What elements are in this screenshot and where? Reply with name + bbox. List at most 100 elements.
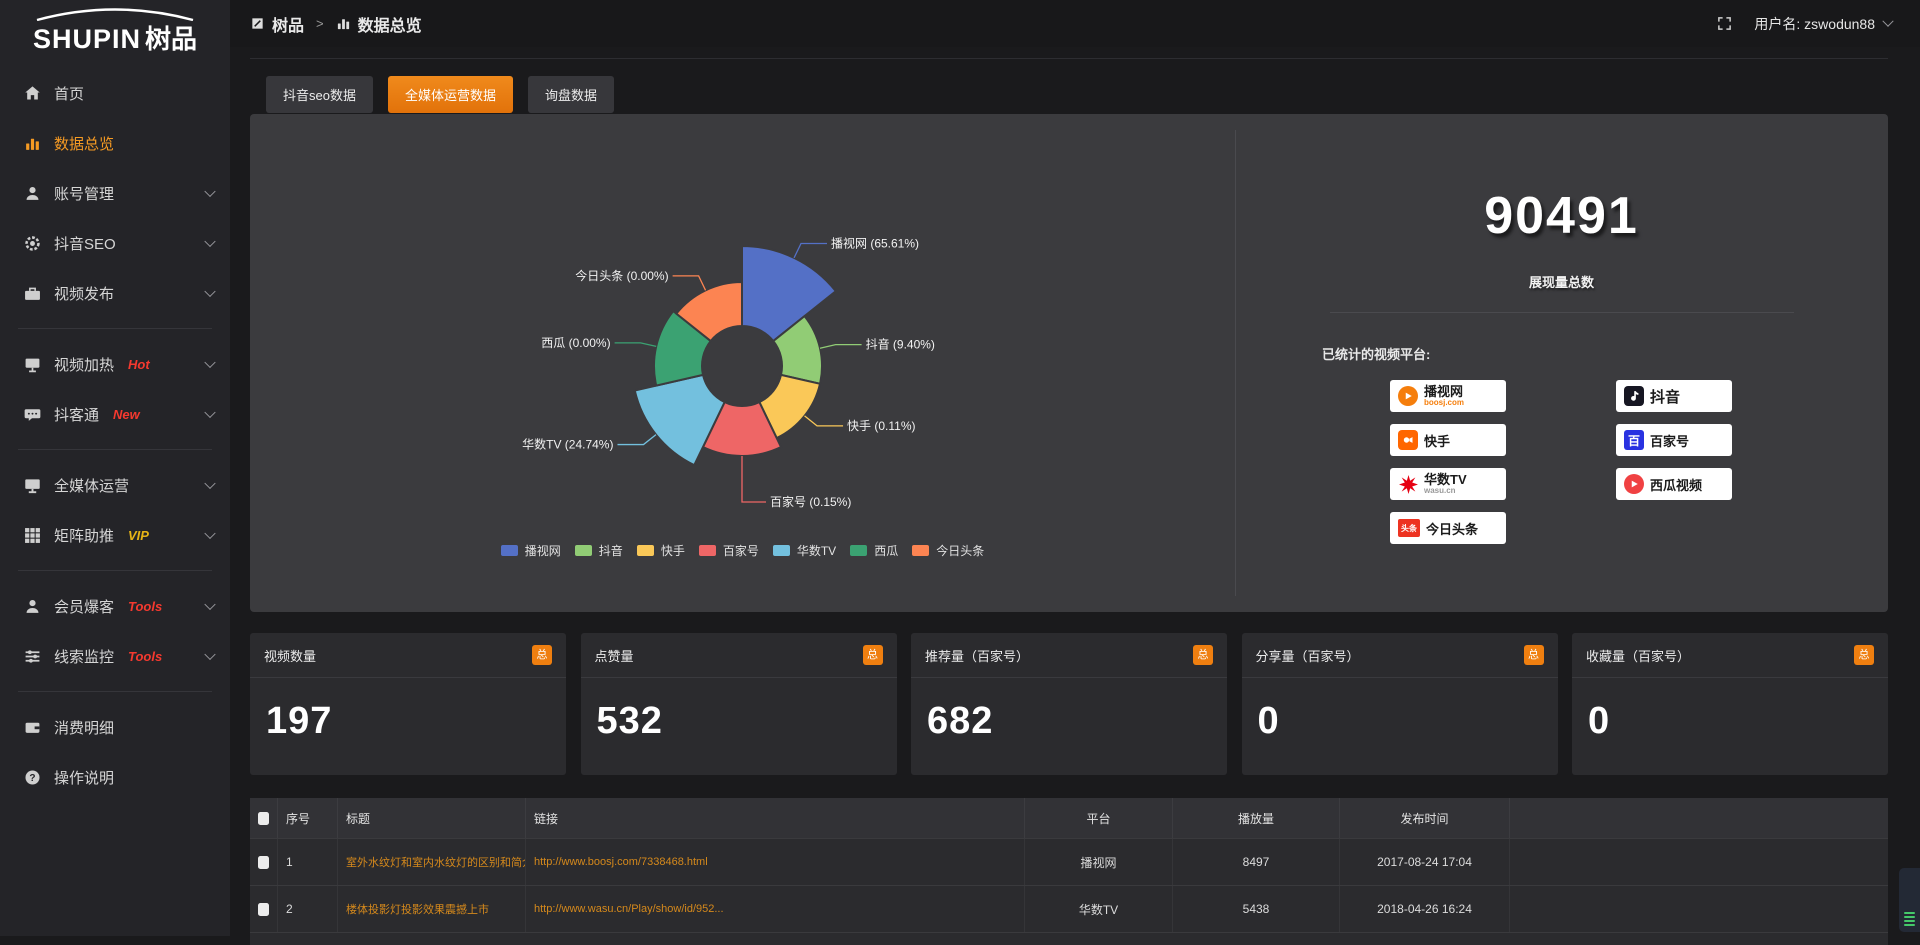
chevron-down-icon [204, 357, 215, 368]
cell-index: 2 [278, 886, 338, 932]
sidebar-item-lead-monitor[interactable]: 线索监控 Tools [0, 631, 230, 681]
legend-swatch [850, 545, 867, 556]
select-all-checkbox[interactable] [258, 812, 269, 825]
overview-panel: 播视网 (65.61%)抖音 (9.40%)快手 (0.11%)百家号 (0.1… [250, 114, 1888, 612]
sidebar-item-matrix-boost[interactable]: 矩阵助推 VIP [0, 510, 230, 560]
sidebar-divider [18, 691, 212, 692]
vip-badge: VIP [128, 528, 149, 543]
sidebar-item-douyin-seo[interactable]: 抖音SEO [0, 218, 230, 268]
tab-inquiry-data[interactable]: 询盘数据 [528, 76, 614, 113]
row-checkbox[interactable] [258, 856, 269, 869]
new-badge: New [113, 407, 140, 422]
pie-label-line [820, 345, 862, 349]
col-header-link: 链接 [526, 798, 1025, 838]
sidebar-item-label: 消费明细 [54, 717, 114, 738]
hot-badge: Hot [128, 357, 150, 372]
chevron-down-icon [204, 236, 215, 247]
breadcrumb-current-label: 数据总览 [358, 12, 422, 36]
impressions-total-label: 展现量总数 [1235, 272, 1888, 291]
pie-label-line [615, 343, 657, 347]
cell-url-link[interactable]: http://www.wasu.cn/Play/show/id/952... [526, 886, 1025, 932]
fullscreen-icon[interactable] [1717, 16, 1732, 31]
app-logo: SHUPIN树品 [0, 0, 230, 68]
platform-badge-wasu: 华数TVwasu.cn [1390, 468, 1506, 500]
pie-label: 百家号 (0.15%) [770, 494, 851, 509]
sidebar-item-instructions[interactable]: 操作说明 [0, 752, 230, 802]
pie-label: 抖音 (9.40%) [866, 337, 935, 352]
chevron-down-icon [204, 286, 215, 297]
wasu-logo [1398, 474, 1418, 494]
breadcrumb-root[interactable]: 树品 [250, 12, 304, 36]
platform-badge-douyin: 抖音 [1616, 380, 1732, 412]
sidebar-item-label: 账号管理 [54, 183, 114, 204]
platform-badge-boosj: 播视网boosj.com [1390, 380, 1506, 412]
user-icon [24, 185, 41, 202]
stat-value: 682 [911, 678, 1227, 743]
boosj-logo [1398, 386, 1418, 406]
chevron-down-icon [204, 478, 215, 489]
topbar: 树品 > 数据总览 用户名: zswodun88 [230, 0, 1920, 47]
sidebar-divider [18, 328, 212, 329]
sidebar-item-douketong[interactable]: 抖客通 New [0, 389, 230, 439]
tab-omnimedia-data[interactable]: 全媒体运营数据 [388, 76, 513, 113]
stat-cards: 视频数量总 197 点赞量总 532 推荐量（百家号）总 682 分享量（百家号… [250, 633, 1888, 775]
sidebar-item-label: 抖客通 [54, 404, 99, 425]
legend-item-今日头条[interactable]: 今日头条 [912, 542, 984, 559]
legend-item-华数TV[interactable]: 华数TV [773, 542, 836, 559]
sidebar-item-omnimedia[interactable]: 全媒体运营 [0, 460, 230, 510]
sidebar-item-consumption[interactable]: 消费明细 [0, 702, 230, 752]
stat-value: 197 [250, 678, 566, 743]
legend-item-抖音[interactable]: 抖音 [575, 542, 623, 559]
rose-pie-chart: 播视网 (65.61%)抖音 (9.40%)快手 (0.11%)百家号 (0.1… [250, 114, 1235, 612]
table-header-row: 序号 标题 链接 平台 播放量 发布时间 [250, 798, 1888, 839]
platform-badge-toutiao: 头条 今日头条 [1390, 512, 1506, 544]
breadcrumb-separator: > [316, 16, 324, 31]
col-header-platform: 平台 [1025, 798, 1173, 838]
col-header-index: 序号 [278, 798, 338, 838]
bar-chart-icon [336, 16, 351, 31]
sidebar-item-data-overview[interactable]: 数据总览 [0, 118, 230, 168]
sidebar-item-account[interactable]: 账号管理 [0, 168, 230, 218]
chat-icon [24, 406, 41, 423]
legend-item-西瓜[interactable]: 西瓜 [850, 542, 898, 559]
cell-index: 1 [278, 839, 338, 885]
total-badge: 总 [1193, 645, 1213, 665]
sidebar-item-video-publish[interactable]: 视频发布 [0, 268, 230, 318]
stat-value: 0 [1242, 678, 1558, 743]
floating-widget[interactable] [1899, 868, 1920, 932]
pie-slice-播视网[interactable] [742, 246, 836, 341]
sidebar-item-home[interactable]: 首页 [0, 68, 230, 118]
logo-text-latin: SHUPIN [33, 24, 141, 54]
legend-label: 华数TV [797, 542, 836, 559]
pie-label: 西瓜 (0.00%) [541, 336, 610, 350]
table-row: 2 楼体投影灯投影效果震撼上市 http://www.wasu.cn/Play/… [250, 886, 1888, 933]
stat-card-likes: 点赞量总 532 [581, 633, 897, 775]
data-tabs: 抖音seo数据 全媒体运营数据 询盘数据 [266, 76, 614, 113]
sidebar: SHUPIN树品 首页 数据总览 账号管理 抖音SEO 视频发布 视频 [0, 0, 230, 936]
logo-arc-icon [31, 8, 199, 21]
sidebar-item-label: 全媒体运营 [54, 475, 129, 496]
sidebar-item-label: 首页 [54, 83, 84, 104]
legend-item-播视网[interactable]: 播视网 [501, 542, 561, 559]
legend-item-快手[interactable]: 快手 [637, 542, 685, 559]
cell-title-link[interactable]: 楼体投影灯投影效果震撼上市 [338, 886, 526, 932]
total-badge: 总 [1524, 645, 1544, 665]
cell-platform: 华数TV [1025, 886, 1173, 932]
legend-item-百家号[interactable]: 百家号 [699, 542, 759, 559]
cell-empty [1510, 886, 1888, 932]
breadcrumb-current[interactable]: 数据总览 [336, 12, 422, 36]
table-row: 1 室外水纹灯和室内水纹灯的区别和简介 http://www.boosj.com… [250, 839, 1888, 886]
cell-url-link[interactable]: http://www.boosj.com/7338468.html [526, 839, 1025, 885]
breadcrumb: 树品 > 数据总览 [250, 12, 422, 36]
stat-value: 0 [1572, 678, 1888, 743]
row-checkbox[interactable] [258, 903, 269, 916]
username-label: 用户名: zswodun88 [1754, 14, 1875, 34]
cell-publish-time: 2017-08-24 17:04 [1340, 839, 1510, 885]
sidebar-item-video-heat[interactable]: 视频加热 Hot [0, 339, 230, 389]
user-menu[interactable]: 用户名: zswodun88 [1754, 14, 1892, 34]
sidebar-divider [18, 449, 212, 450]
sidebar-item-member-burst[interactable]: 会员爆客 Tools [0, 581, 230, 631]
cell-title-link[interactable]: 室外水纹灯和室内水纹灯的区别和简介 [338, 839, 526, 885]
stat-card-shares: 分享量（百家号）总 0 [1242, 633, 1558, 775]
tab-douyin-seo-data[interactable]: 抖音seo数据 [266, 76, 373, 113]
